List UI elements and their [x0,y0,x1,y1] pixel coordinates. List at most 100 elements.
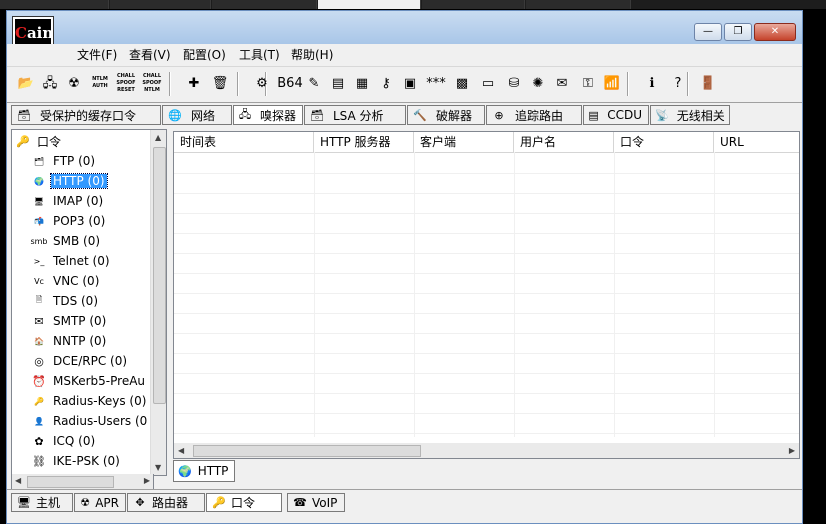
tree-item-smtp[interactable]: ✉ SMTP (0) [30,312,108,330]
certificate-button[interactable]: ✉ [551,71,573,95]
column-header-http-server[interactable]: HTTP 服务器 [314,132,414,152]
pwl-button[interactable]: ▤ [327,71,349,95]
lock-button[interactable]: ⚿ [577,71,599,95]
taskbar-item[interactable] [110,0,211,9]
hash-calculator-button[interactable]: ✎ [303,71,325,95]
column-header-url[interactable]: URL [714,132,799,152]
scroll-down-icon[interactable]: ▼ [155,463,161,472]
scroll-thumb[interactable] [193,445,421,457]
tree-item-radius-users[interactable]: 👤 Radius-Users (0 [30,412,149,430]
minimize-button[interactable]: — [694,23,722,41]
exit-button[interactable]: 🚪 [697,71,719,95]
tree-item-ftp[interactable]: 🗂 FTP (0) [30,152,97,170]
wireless-button[interactable]: 📶 [601,71,623,95]
menu-tools[interactable]: 工具(T) [239,46,280,63]
bottom-tab-router[interactable]: ✥ 路由器 [127,493,205,512]
box-button[interactable]: ▩ [451,71,473,95]
chall-spoof-ntlm-button[interactable]: CHALL SPOOF NTLM [141,71,163,95]
tree-item-dcerpc[interactable]: ◎ DCE/RPC (0) [30,352,129,370]
scroll-right-icon[interactable]: ▶ [789,446,795,455]
table-row[interactable] [174,313,799,334]
tab-cracker[interactable]: 🔨 破解器 [407,105,485,125]
help-button[interactable]: ? [667,71,689,95]
column-header-client[interactable]: 客户端 [414,132,514,152]
scroll-thumb[interactable] [153,147,166,404]
scroll-left-icon[interactable]: ◀ [178,446,184,455]
table-horizontal-scrollbar[interactable]: ◀ ▶ [174,443,799,458]
menu-config[interactable]: 配置(O) [183,46,226,63]
table-row[interactable] [174,213,799,234]
close-button[interactable]: ✕ [754,23,796,41]
table-row[interactable] [174,373,799,394]
delete-button[interactable]: 🗑 [209,71,231,95]
ntlm-auth-button[interactable]: NTLM AUTH [89,71,111,95]
table-row[interactable] [174,333,799,354]
menu-help[interactable]: 帮助(H) [291,46,333,63]
tree-item-imap[interactable]: 🖥 IMAP (0) [30,192,105,210]
table-row[interactable] [174,173,799,194]
scroll-left-icon[interactable]: ◀ [15,476,21,485]
bottom-tab-voip[interactable]: ☎ VoIP [287,493,345,512]
open-folder-button[interactable]: 📂 [15,71,37,95]
tree-item-nntp[interactable]: 🏠 NNTP (0) [30,332,108,350]
table-row[interactable] [174,293,799,314]
tab-protected-cache[interactable]: 🗃 受保护的缓存口令 [11,105,161,125]
scroll-up-icon[interactable]: ▲ [155,133,161,142]
bottom-tab-apr[interactable]: ☢ APR [74,493,126,512]
tree-item-icq[interactable]: ✿ ICQ (0) [30,432,97,450]
menu-file[interactable]: 文件(F) [77,46,117,63]
table-row[interactable] [174,253,799,274]
taskbar-item[interactable] [0,0,109,9]
base64-button[interactable]: B64 [277,71,302,95]
table-row[interactable] [174,353,799,374]
vnc-decoder-button[interactable]: ▣ [399,71,421,95]
bottom-tab-host[interactable]: 🖥 主机 [11,493,73,512]
info-button[interactable]: ℹ [641,71,663,95]
menu-view[interactable]: 查看(V) [129,46,171,63]
table-row[interactable] [174,413,799,434]
tree-vertical-scrollbar[interactable]: ▲ ▼ [150,130,166,475]
taskbar-item[interactable] [526,0,631,9]
packet-button[interactable]: ⛁ [503,71,525,95]
password-reveal-button[interactable]: *** [425,71,447,95]
column-header-timestamp[interactable]: 时间表 [174,132,314,152]
vpn-button[interactable]: ▦ [351,71,373,95]
chall-spoof-reset-button[interactable]: CHALL SPOOF RESET [115,71,137,95]
tree-root[interactable]: 🔑 口令 [14,132,63,150]
title-bar[interactable]: Cain — ❐ ✕ [7,11,802,52]
apr-poison-button[interactable]: ☢ [63,71,85,95]
tab-network[interactable]: 🌐 网络 [162,105,232,125]
tab-traceroute[interactable]: ⊕ 追踪路由 [486,105,582,125]
restore-button[interactable]: ❐ [724,23,752,41]
add-button[interactable]: ✚ [183,71,205,95]
subtab-http[interactable]: 🌍 HTTP [173,460,236,482]
tab-ccdu[interactable]: ▤ CCDU [583,105,649,125]
table-row[interactable] [174,273,799,294]
tree-item-http[interactable]: 🌍 HTTP (0) [30,172,108,190]
credentials-table[interactable]: 时间表 HTTP 服务器 客户端 用户名 口令 URL ◀ ▶ [173,131,800,459]
table-row[interactable] [174,193,799,214]
tree-item-pop3[interactable]: 📬 POP3 (0) [30,212,107,230]
column-header-username[interactable]: 用户名 [514,132,614,152]
tree-item-tds[interactable]: 🗎 TDS (0) [30,292,100,310]
hardware-button[interactable]: ▭ [477,71,499,95]
tree-item-telnet[interactable]: >_ Telnet (0) [30,252,112,270]
column-header-password[interactable]: 口令 [614,132,714,152]
network-sniffer-button[interactable]: 🖧 [39,71,61,95]
taskbar-item-active[interactable] [318,0,421,9]
tab-wireless-tab[interactable]: 📡 无线相关 [650,105,730,125]
tab-lsa[interactable]: 🗃 LSA 分析 [304,105,406,125]
bottom-tab-password-tab[interactable]: 🔑 口令 [206,493,282,512]
decoder-button[interactable]: ⚙ [251,71,273,95]
globe-button[interactable]: ✺ [527,71,549,95]
tab-sniffer[interactable]: 🖧 嗅探器 [233,105,303,125]
tree-horizontal-scrollbar[interactable]: ◀ ▶ [11,474,154,490]
scroll-thumb[interactable] [27,476,114,488]
table-row[interactable] [174,153,799,174]
key-button[interactable]: ⚷ [375,71,397,95]
tree-item-smb[interactable]: smb SMB (0) [30,232,102,250]
protocol-tree[interactable]: 🔑 口令 🗂 FTP (0) 🌍 HTTP (0) 🖥 IMAP (0) 📬 POP3 (0)… [11,129,167,476]
taskbar-item[interactable] [422,0,525,9]
tree-item-ike-psk[interactable]: ⛓ IKE-PSK (0) [30,452,122,470]
table-row[interactable] [174,233,799,254]
